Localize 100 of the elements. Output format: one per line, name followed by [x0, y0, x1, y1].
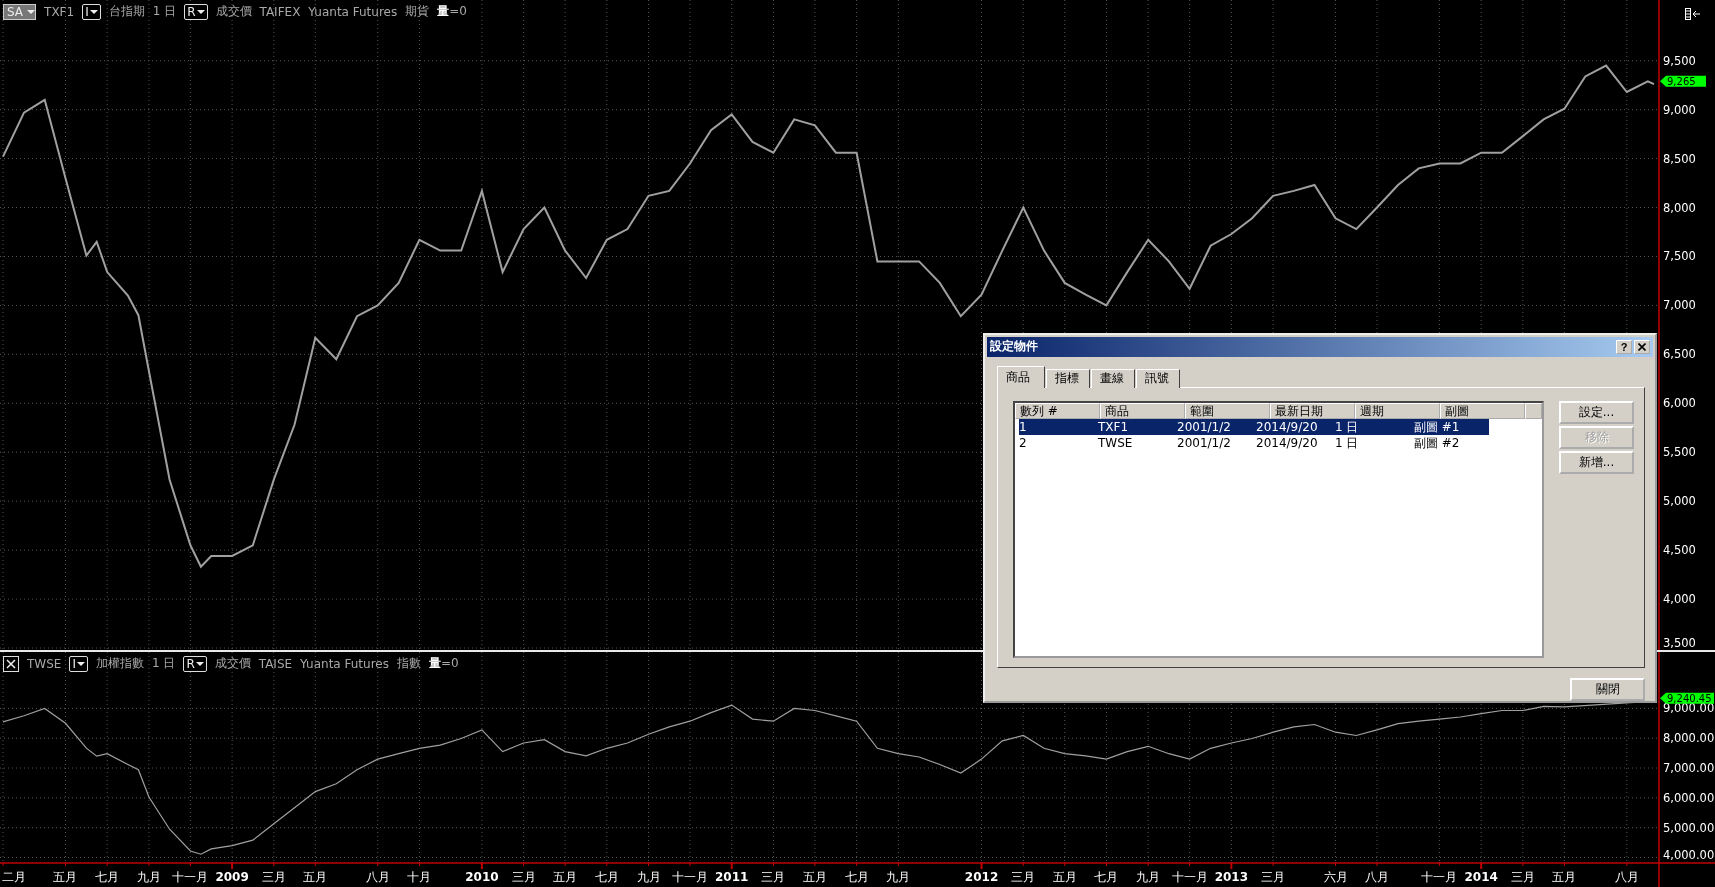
- caret-icon: [76, 660, 85, 667]
- axis-label: 五月: [303, 870, 328, 884]
- dialog-button[interactable]: 新增...: [1559, 450, 1634, 474]
- axis-label: 九月: [1136, 870, 1161, 884]
- chart-header-text: 加權指數: [95, 655, 144, 672]
- axis-label: 5,000: [1663, 494, 1696, 509]
- last-price-badge: 9,265: [1660, 75, 1706, 87]
- axis-label: 十一月: [172, 870, 209, 884]
- axis-label: 三月: [761, 870, 786, 884]
- chart-header-text: TXF1: [44, 4, 75, 19]
- axis-label: 十一月: [1421, 870, 1458, 884]
- axis-label: 七月: [594, 870, 619, 884]
- table-cell-text: 2001/1/2: [1176, 418, 1232, 435]
- axis-label: 7,000.00: [1663, 761, 1715, 776]
- axis-label: 6,500: [1663, 347, 1696, 362]
- axis-label: 三月: [1261, 870, 1286, 884]
- axis-label: 三月: [1011, 870, 1036, 884]
- column-header[interactable]: 最新日期: [1270, 402, 1355, 419]
- axis-label: 十一月: [1171, 870, 1208, 884]
- dropdown-button[interactable]: R: [184, 3, 208, 20]
- chart-header-text: 量=0: [437, 3, 467, 20]
- tab[interactable]: 訊號: [1136, 368, 1180, 388]
- panel-icon[interactable]: [1685, 8, 1701, 20]
- axis-label: 2009: [215, 870, 249, 884]
- chart-header-text: 台指期: [108, 3, 145, 20]
- chart-header-text: 成交價: [214, 655, 251, 672]
- dropdown-button[interactable]: I: [82, 3, 101, 20]
- close-dialog-button[interactable]: 關閉: [1570, 678, 1645, 701]
- column-header[interactable]: 週期: [1355, 402, 1440, 419]
- axis-label: 2010: [465, 870, 499, 884]
- column-header[interactable]: 副圖: [1440, 402, 1525, 419]
- axis-label: 4,000.00: [1663, 848, 1715, 862]
- axis-label: 八月: [365, 870, 390, 884]
- axis-label: 7,500: [1663, 249, 1696, 264]
- table-cell-text: 1 日: [1334, 434, 1360, 451]
- table-cell-text: 2001/1/2: [1176, 434, 1232, 451]
- axis-label: 5,500: [1663, 445, 1696, 460]
- caret-icon: [195, 660, 204, 667]
- list-row[interactable]: 2 TWSE 2001/1/2 2014/9/20 1 日 副圖 #2: [1019, 434, 1489, 451]
- table-cell-text: 2014/9/20: [1255, 418, 1319, 435]
- axis-label: 9,000.00: [1663, 701, 1715, 716]
- axis-label: 九月: [886, 870, 911, 884]
- tab[interactable]: 指標: [1046, 368, 1090, 388]
- close-button[interactable]: [3, 655, 19, 672]
- table-cell-text: 1: [1019, 418, 1028, 435]
- table-cell-text: 副圖 #1: [1413, 418, 1461, 435]
- chart-header-text: 1 日: [151, 655, 176, 672]
- column-header[interactable]: 範圍: [1185, 402, 1270, 419]
- axis-label: 二月: [2, 870, 26, 884]
- axis-label: 8,500: [1663, 151, 1696, 166]
- axis-label: 五月: [553, 870, 578, 884]
- axis-label: 9,500: [1663, 53, 1696, 68]
- dropdown-button[interactable]: I: [69, 655, 88, 672]
- symbol-menu-button[interactable]: SA: [3, 3, 37, 20]
- chart-header-text: TWSE: [27, 656, 62, 671]
- caret-icon: [89, 8, 98, 15]
- axis-label: 4,500: [1663, 543, 1696, 558]
- axis-label: 6,000: [1663, 396, 1696, 411]
- axis-label: 8,000.00: [1663, 731, 1715, 746]
- axis-label: 3,500: [1663, 636, 1696, 650]
- table-cell-text: TWSE: [1097, 434, 1134, 451]
- chart-header-text: Yuanta Futures: [300, 656, 389, 671]
- tab[interactable]: 商品: [997, 365, 1045, 388]
- axis-label: 2014: [1464, 870, 1498, 884]
- axis-label: 8,000: [1663, 200, 1696, 215]
- axis-label: 七月: [1094, 870, 1119, 884]
- axis-label: 七月: [95, 870, 120, 884]
- column-header[interactable]: 商品: [1100, 402, 1185, 419]
- axis-label: 6,000.00: [1663, 790, 1715, 805]
- table-cell-text: 2014/9/20: [1255, 434, 1319, 451]
- axis-label: 九月: [136, 870, 161, 884]
- axis-label: 十月: [407, 870, 432, 884]
- tab[interactable]: 畫線: [1091, 368, 1135, 388]
- dialog-title: 設定物件: [990, 338, 1038, 356]
- last-price-badge: 9,240.45: [1660, 692, 1714, 704]
- axis-label: 九月: [636, 870, 661, 884]
- close-icon: [6, 658, 16, 669]
- chart-header-text: 期貨: [405, 3, 430, 20]
- axis-label: 2011: [715, 870, 749, 884]
- help-button[interactable]: ?: [1616, 339, 1632, 354]
- axis-label: 5,000.00: [1663, 820, 1715, 835]
- caret-icon: [27, 8, 36, 15]
- axis-label: 五月: [1552, 870, 1577, 884]
- column-header[interactable]: 數列 #: [1015, 402, 1100, 419]
- axis-label: 七月: [844, 870, 869, 884]
- chart-header-text: 指數: [396, 655, 421, 672]
- axis-label: 7,000: [1663, 298, 1696, 313]
- axis-label: 9,000: [1663, 102, 1696, 117]
- table-cell-text: 副圖 #2: [1413, 434, 1461, 451]
- axis-label: 2012: [964, 870, 999, 884]
- caret-icon: [196, 8, 205, 15]
- axis-label: 八月: [1614, 870, 1639, 884]
- axis-label: 五月: [53, 870, 78, 884]
- axis-label: 六月: [1323, 870, 1348, 884]
- chart-header-text: TAIFEX: [259, 4, 301, 19]
- dialog-button[interactable]: 設定...: [1559, 400, 1634, 424]
- chart-header-text: Yuanta Futures: [308, 4, 398, 19]
- dropdown-button[interactable]: R: [183, 655, 207, 672]
- axis-label: 八月: [1365, 870, 1389, 884]
- chart-header-text: 量=0: [428, 655, 459, 672]
